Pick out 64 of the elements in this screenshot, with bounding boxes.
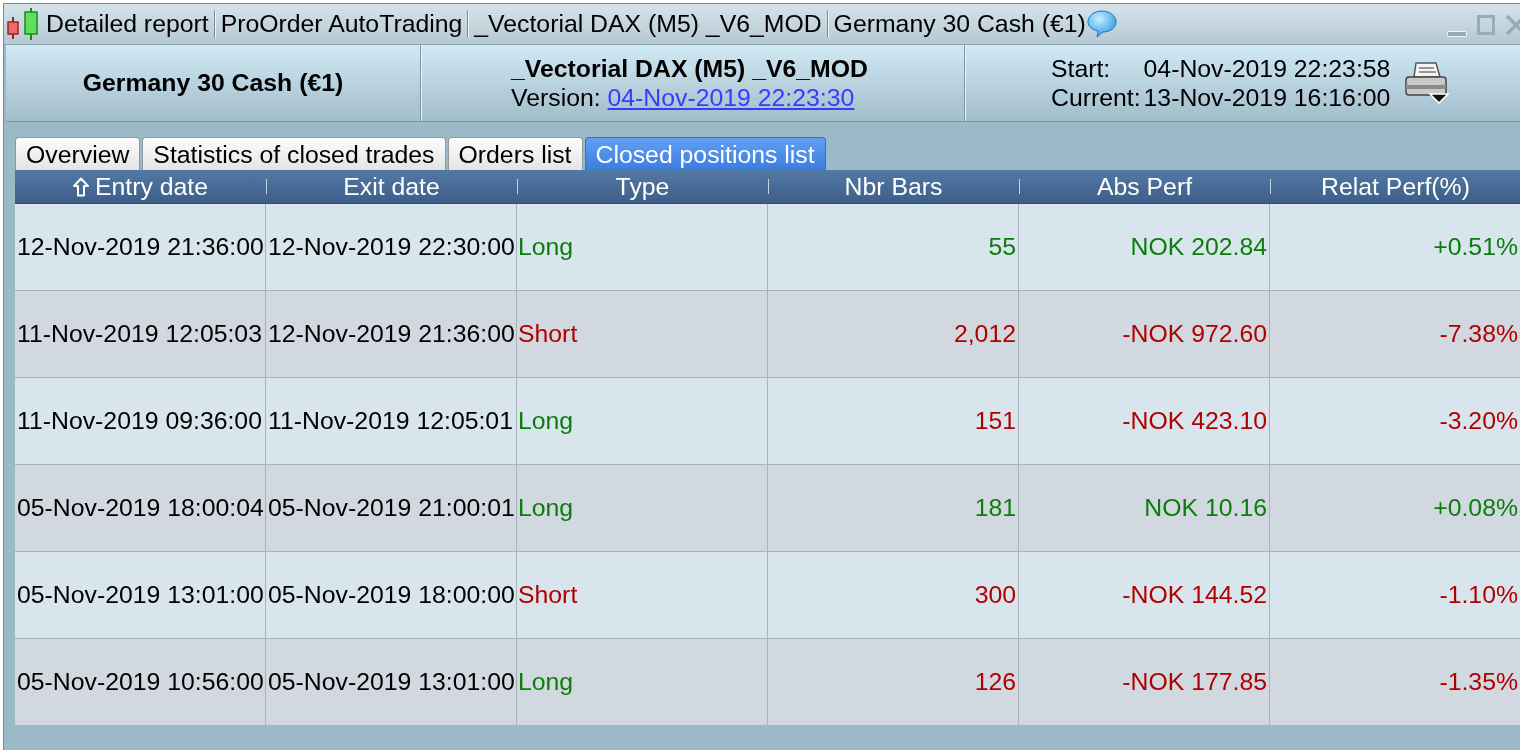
version-text: Version: 04-Nov-2019 22:23:30 <box>511 83 856 112</box>
table-cell: NOK 202.84 <box>1019 204 1270 291</box>
tab[interactable]: Closed positions list <box>584 137 826 170</box>
table-cell: Long <box>517 465 768 552</box>
speech-bubble-icon <box>1086 10 1117 38</box>
table-cell: Short <box>517 291 768 378</box>
table-cell: NOK 10.16 <box>1019 465 1270 552</box>
table-cell: -NOK 144.52 <box>1019 552 1270 639</box>
window-title: Detailed report <box>46 9 209 39</box>
table-cell: 55 <box>768 204 1019 291</box>
table-cell: 05-Nov-2019 13:01:00 <box>266 639 517 726</box>
window-title: _Vectorial DAX (M5) _V6_MOD <box>474 9 822 39</box>
table-cell: +0.51% <box>1270 204 1520 291</box>
table-cell: 181 <box>768 465 1019 552</box>
table-cell: 11-Nov-2019 12:05:03 <box>15 291 266 378</box>
table-cell: 300 <box>768 552 1019 639</box>
column-header[interactable]: Abs Perf <box>1019 170 1270 204</box>
table-cell: -NOK 423.10 <box>1019 378 1270 465</box>
table-cell: -3.20% <box>1270 378 1520 465</box>
printer-icon[interactable] <box>1404 61 1451 105</box>
table-cell: 05-Nov-2019 13:01:00 <box>15 552 266 639</box>
tab[interactable]: Orders list <box>447 137 583 170</box>
table-cell: 2,012 <box>768 291 1019 378</box>
table-cell: -1.35% <box>1270 639 1520 726</box>
tab[interactable]: Overview <box>15 137 141 170</box>
table-cell: 151 <box>768 378 1019 465</box>
column-header[interactable]: Relat Perf(%) <box>1270 170 1520 204</box>
column-header[interactable]: Type <box>517 170 768 204</box>
instrument-name: Germany 30 Cash (€1) <box>82 69 344 97</box>
table-cell: 05-Nov-2019 10:56:00 <box>15 639 266 726</box>
date-label: Start: <box>1051 54 1112 83</box>
column-header[interactable]: Exit date <box>266 170 517 204</box>
minimize-icon[interactable] <box>1447 31 1467 37</box>
column-header[interactable]: Entry date <box>15 170 266 204</box>
window-title: Germany 30 Cash (€1) <box>833 9 1086 39</box>
table-cell: Long <box>517 639 768 726</box>
table-cell: 05-Nov-2019 18:00:00 <box>266 552 517 639</box>
table-cell: 11-Nov-2019 09:36:00 <box>15 378 266 465</box>
table-cell: 05-Nov-2019 21:00:01 <box>266 465 517 552</box>
table-cell: -NOK 177.85 <box>1019 639 1270 726</box>
date-value: 04-Nov-2019 22:23:58 <box>1143 54 1391 83</box>
table-cell: -7.38% <box>1270 291 1520 378</box>
date-value: 13-Nov-2019 16:16:00 <box>1143 83 1391 112</box>
column-header[interactable]: Nbr Bars <box>768 170 1019 204</box>
table-cell: Long <box>517 204 768 291</box>
table-cell: +0.08% <box>1270 465 1520 552</box>
window-title: ProOrder AutoTrading <box>220 9 463 39</box>
maximize-icon[interactable] <box>1477 15 1495 35</box>
table-cell: 11-Nov-2019 12:05:01 <box>266 378 517 465</box>
table-cell: -NOK 972.60 <box>1019 291 1270 378</box>
table-cell: Short <box>517 552 768 639</box>
table-cell: 05-Nov-2019 18:00:04 <box>15 465 266 552</box>
table-cell: 126 <box>768 639 1019 726</box>
date-label: Current: <box>1051 83 1141 112</box>
table-cell: 12-Nov-2019 21:36:00 <box>266 291 517 378</box>
sort-up-arrow-icon <box>73 176 89 197</box>
version-link[interactable]: 04-Nov-2019 22:23:30 <box>607 84 855 111</box>
table-cell: 12-Nov-2019 21:36:00 <box>15 204 266 291</box>
table-cell: Long <box>517 378 768 465</box>
close-icon[interactable] <box>1505 15 1520 35</box>
strategy-name: _Vectorial DAX (M5) _V6_MOD <box>511 54 868 83</box>
table-cell: 12-Nov-2019 22:30:00 <box>266 204 517 291</box>
table-cell: -1.10% <box>1270 552 1520 639</box>
tab[interactable]: Statistics of closed trades <box>142 137 446 170</box>
